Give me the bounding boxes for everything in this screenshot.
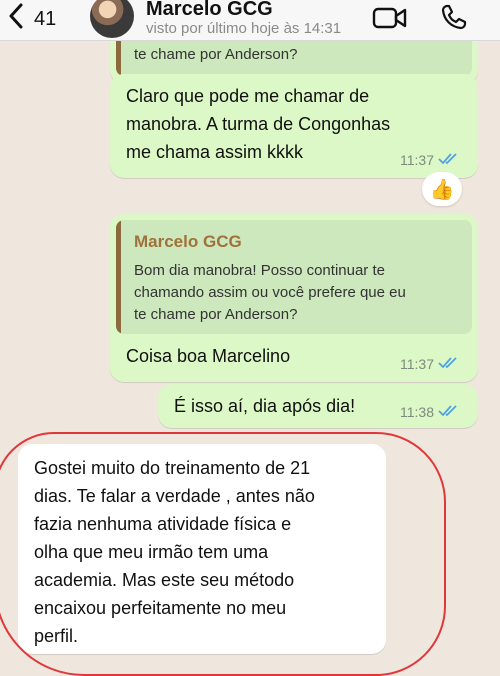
contact-name[interactable]: Marcelo GCG <box>146 0 273 21</box>
quote-text: te chame por Anderson? <box>134 46 298 63</box>
message-line: perfil. <box>34 626 79 646</box>
message-text: Coisa boa Marcelino <box>126 346 291 366</box>
thumbs-up-reaction-icon[interactable]: 👍 <box>422 172 462 206</box>
avatar[interactable] <box>90 0 134 38</box>
read-ticks-icon <box>438 404 458 420</box>
unread-count: 41 <box>34 7 57 30</box>
message-time: 11:37 <box>400 356 458 372</box>
read-ticks-icon <box>438 152 458 168</box>
video-camera-icon[interactable] <box>372 6 408 35</box>
quote-line: Bom dia manobra! Posso continuar te <box>134 262 385 279</box>
time-label: 11:37 <box>400 356 434 372</box>
message-line: dias. Te falar a verdade , antes não <box>34 486 315 506</box>
quote-line: te chame por Anderson? <box>134 306 298 323</box>
message-line: olha que meu irmão tem uma <box>34 542 269 562</box>
message-text: É isso aí, dia após dia! <box>174 396 356 416</box>
message-time: 11:38 <box>400 404 458 420</box>
message-line: me chama assim kkkk <box>126 142 304 162</box>
chevron-left-icon <box>8 3 24 35</box>
contact-status: visto por último hoje às 14:31 <box>146 20 342 37</box>
quote-line: chamando assim ou você prefere que eu <box>134 284 406 301</box>
time-label: 11:37 <box>400 152 434 168</box>
message-line: Claro que pode me chamar de <box>126 86 370 106</box>
quote-accent-bar <box>116 220 121 334</box>
message-line: fazia nenhuma atividade física e <box>34 514 292 534</box>
quoted-message[interactable]: Marcelo GCG Bom dia manobra! Posso conti… <box>116 220 472 334</box>
message-bubble-outgoing[interactable]: É isso aí, dia após dia! 11:38 <box>158 384 478 428</box>
message-time: 11:37 <box>400 152 458 168</box>
message-text: Gostei muito do treinamento de 21 dias. … <box>34 454 315 650</box>
message-line: encaixou perfeitamente no meu <box>34 598 287 618</box>
message-line: manobra. A turma de Congonhas <box>126 114 391 134</box>
read-ticks-icon <box>438 356 458 372</box>
message-bubble-outgoing[interactable]: Marcelo GCG Bom dia manobra! Posso conti… <box>110 214 478 382</box>
message-line: Gostei muito do treinamento de 21 <box>34 458 311 478</box>
back-button[interactable]: 41 <box>8 3 56 35</box>
time-label: 11:38 <box>400 404 434 420</box>
message-bubble-incoming[interactable]: Gostei muito do treinamento de 21 dias. … <box>18 444 386 654</box>
phone-icon[interactable] <box>440 3 468 36</box>
message-text: Claro que pode me chamar de manobra. A t… <box>126 82 390 166</box>
quote-text: Bom dia manobra! Posso continuar te cham… <box>134 260 434 326</box>
message-bubble-outgoing[interactable]: Claro que pode me chamar de manobra. A t… <box>110 74 478 178</box>
quote-author: Marcelo GCG <box>134 232 242 251</box>
message-line: academia. Mas este seu método <box>34 570 295 590</box>
chat-header: 41 Marcelo GCG visto por último hoje às … <box>0 0 500 41</box>
